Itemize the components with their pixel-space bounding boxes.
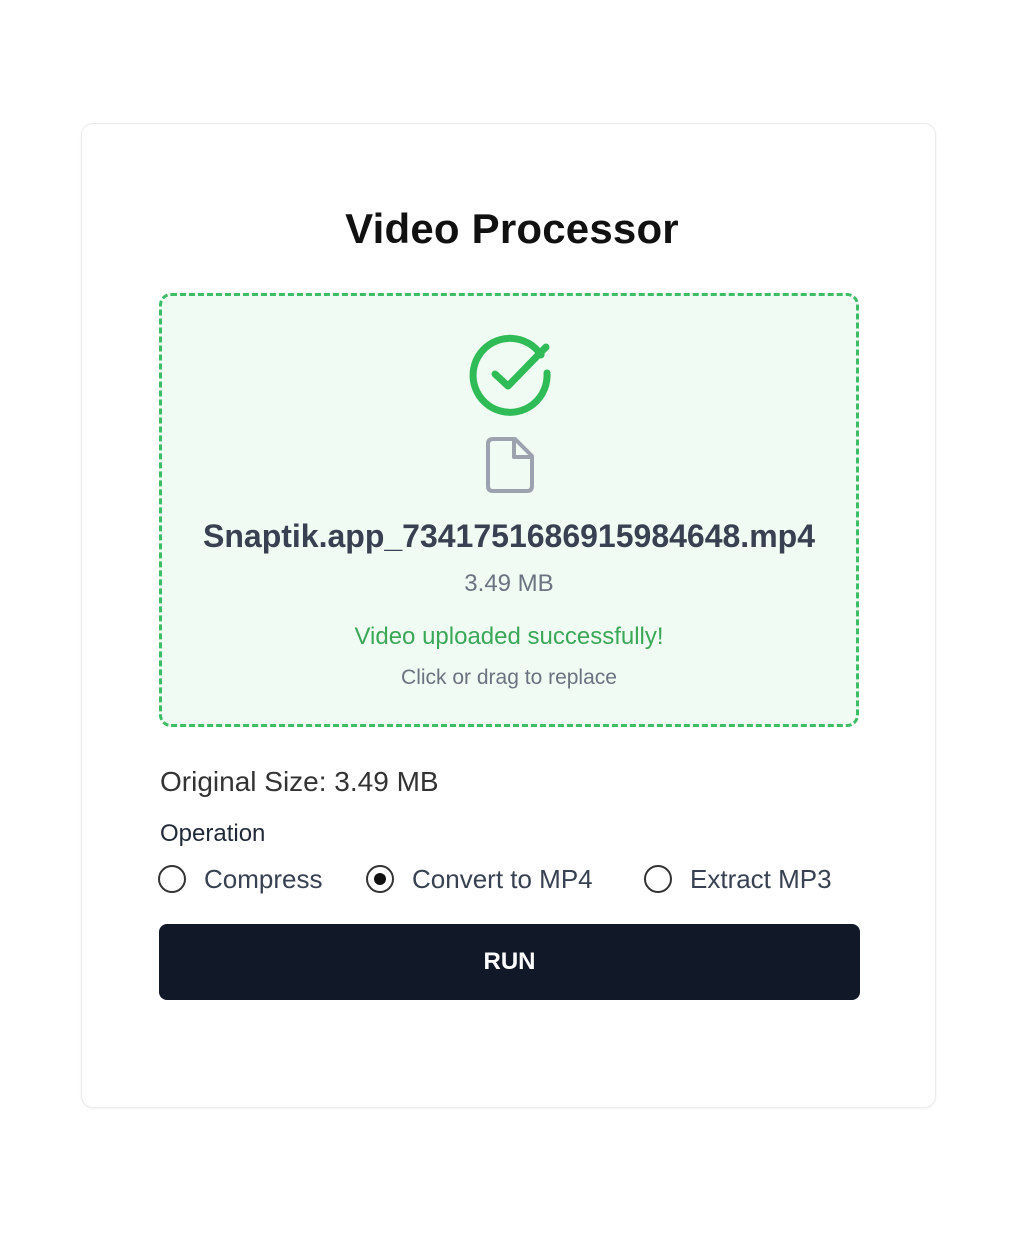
upload-success-message: Video uploaded successfully!: [354, 623, 664, 650]
convert-radio[interactable]: [366, 865, 394, 893]
extract-radio[interactable]: [644, 865, 672, 893]
radio-option-compress[interactable]: Compress: [158, 862, 322, 896]
operation-label: Operation: [160, 820, 266, 847]
compress-radio[interactable]: [158, 865, 186, 893]
run-button[interactable]: RUN: [159, 924, 860, 1000]
page-title: Video Processor: [345, 205, 679, 252]
replace-hint: Click or drag to replace: [401, 666, 617, 689]
file-icon: [486, 437, 534, 493]
radio-option-convert[interactable]: Convert to MP4: [366, 862, 593, 896]
convert-radio-label: Convert to MP4: [412, 863, 593, 894]
check-circle-icon: [469, 334, 551, 416]
file-name: Snaptik.app_7341751686915984648.mp4: [203, 518, 815, 554]
extract-radio-label: Extract MP3: [690, 863, 832, 894]
radio-option-extract[interactable]: Extract MP3: [644, 862, 832, 896]
file-size: 3.49 MB: [464, 570, 554, 597]
original-size-label: Original Size: 3.49 MB: [160, 766, 439, 797]
compress-radio-label: Compress: [204, 863, 323, 894]
